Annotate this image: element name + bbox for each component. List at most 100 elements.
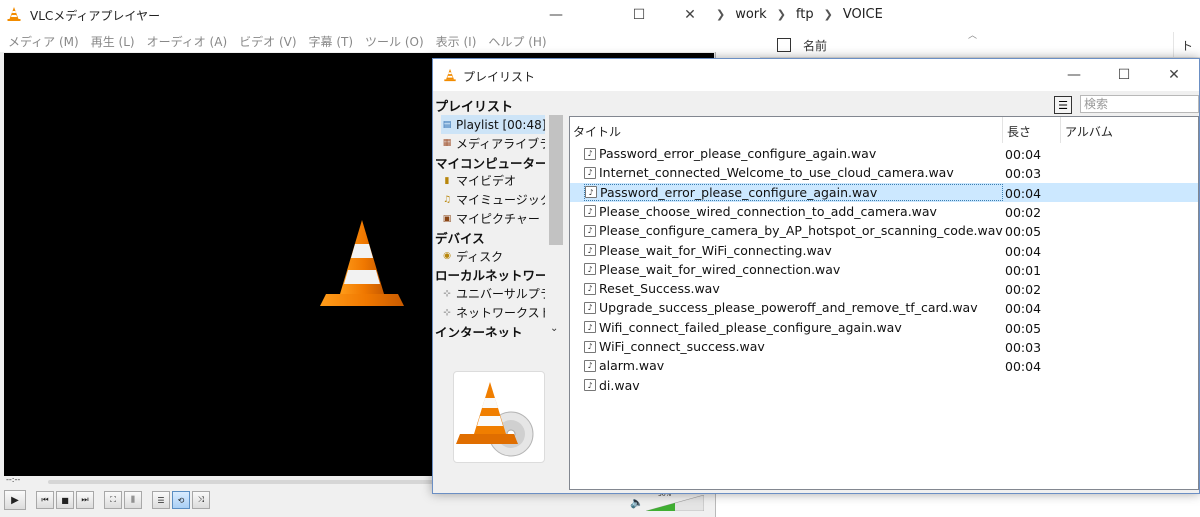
row-title-cell: ♪ Upgrade_success_please_poweroff_and_rem…: [584, 299, 978, 316]
sidebar-item[interactable]: ⊹ ユニバーサルプラ...: [441, 284, 545, 303]
audio-file-icon: ♪: [584, 301, 596, 314]
row-duration: 00:01: [1005, 262, 1042, 278]
sidebar-item[interactable]: ⊹ ネットワークストリー...: [441, 303, 545, 322]
audio-file-icon: ♪: [584, 205, 596, 218]
row-duration: 00:04: [1005, 185, 1042, 201]
column-header-title[interactable]: タイトル: [573, 123, 621, 140]
playlist-minimize-button[interactable]: —: [1051, 59, 1097, 91]
playlist-toggle-button[interactable]: ☰: [152, 491, 170, 509]
column-header-album[interactable]: アルバム: [1065, 123, 1113, 140]
loop-button[interactable]: ⟲: [172, 491, 190, 509]
column-divider[interactable]: [1002, 117, 1003, 143]
table-row[interactable]: ♪ Wifi_connect_failed_please_configure_ag…: [570, 318, 1198, 337]
table-row[interactable]: ♪ Please_configure_camera_by_AP_hotspot_o…: [570, 221, 1198, 240]
row-title: Please_wait_for_wired_connection.wav: [599, 261, 841, 277]
sidebar-item[interactable]: ▦ メディアライブラリ: [441, 134, 545, 153]
sidebar-item-label: マイピクチャー: [456, 212, 540, 226]
row-duration: 00:04: [1005, 359, 1042, 375]
next-button[interactable]: ⏭: [76, 491, 94, 509]
shuffle-button[interactable]: ⤨: [192, 491, 210, 509]
scrollbar-thumb[interactable]: [549, 115, 563, 245]
column-divider[interactable]: [1173, 32, 1174, 58]
close-button[interactable]: ✕: [667, 0, 713, 30]
menu-audio[interactable]: オーディオ (A): [147, 33, 228, 50]
table-row[interactable]: ♪ Please_wait_for_wired_connection.wav 00:…: [570, 260, 1198, 279]
menu-subtitle[interactable]: 字幕 (T): [309, 33, 354, 50]
sidebar-item[interactable]: ▣ マイピクチャー: [441, 209, 545, 228]
menu-view[interactable]: 表示 (I): [436, 33, 477, 50]
playlist-heading: プレイリスト: [435, 100, 514, 115]
table-row[interactable]: ♪ Please_wait_for_WiFi_connecting.wav 00:0…: [570, 241, 1198, 260]
sidebar-section[interactable]: デバイス: [435, 228, 545, 247]
select-all-checkbox[interactable]: [777, 38, 791, 52]
sidebar-item-label: Playlist [00:48]: [456, 117, 545, 132]
sidebar-section[interactable]: マイコンピューター: [435, 153, 545, 172]
table-row[interactable]: ♪ alarm.wav 00:04: [570, 356, 1198, 375]
fullscreen-icon: ⛶: [110, 495, 116, 504]
chevron-down-icon[interactable]: ⌄: [550, 323, 558, 334]
chevron-right-icon: ❯: [776, 7, 786, 21]
fullscreen-button[interactable]: ⛶: [104, 491, 122, 509]
table-row[interactable]: ♪ di.wav: [570, 376, 1198, 395]
row-duration: 00:05: [1005, 224, 1042, 240]
menu-playback[interactable]: 再生 (L): [91, 33, 135, 50]
column-header-duration[interactable]: 長さ: [1007, 123, 1031, 140]
table-row[interactable]: ♪ Upgrade_success_please_poweroff_and_rem…: [570, 298, 1198, 317]
sidebar-item[interactable]: ▤ Playlist [00:48]: [441, 115, 545, 134]
vlc-cone-icon: [320, 220, 404, 306]
column-header-name[interactable]: 名前: [803, 37, 827, 54]
row-title-cell: ♪ alarm.wav: [584, 357, 664, 374]
playlist-window: プレイリスト — ☐ ✕ プレイリスト ☰ ▤ Playlist [00:48] ▦…: [432, 58, 1200, 494]
menu-help[interactable]: ヘルプ (H): [488, 33, 546, 50]
table-row[interactable]: ♪ Reset_Success.wav 00:02: [570, 279, 1198, 298]
row-title: Password_error_please_configure_again.wa…: [600, 184, 878, 200]
table-row[interactable]: ♪ Please_choose_wired_connection_to_add_c…: [570, 202, 1198, 221]
sidebar-item-label: ネットワークストリー...: [456, 306, 545, 320]
audio-file-icon: ♪: [584, 340, 596, 353]
table-row[interactable]: ♪ Password_error_please_configure_again.w…: [570, 182, 1198, 202]
next-icon: ⏭: [81, 495, 89, 504]
menu-video[interactable]: ビデオ (V): [239, 33, 296, 50]
audio-file-icon: ♪: [585, 186, 597, 199]
volume-slider[interactable]: [646, 495, 704, 511]
table-row[interactable]: ♪ WiFi_connect_success.wav 00:03: [570, 337, 1198, 356]
playlist-table: タイトル 長さ アルバム ♪ Password_error_please_conf…: [569, 116, 1199, 490]
maximize-icon: ☐: [632, 7, 646, 23]
row-title-cell: ♪ WiFi_connect_success.wav: [584, 338, 765, 355]
menu-tools[interactable]: ツール (O): [365, 33, 424, 50]
maximize-button[interactable]: ☐: [616, 0, 662, 30]
volume-control[interactable]: 🔈 50%: [630, 491, 710, 512]
sidebar-scrollbar[interactable]: ⌄: [547, 115, 563, 337]
album-art: [453, 371, 545, 463]
menu-media[interactable]: メディア (M): [8, 33, 79, 50]
chevron-right-icon: ❯: [823, 7, 833, 21]
explorer-column-header: ︿ 名前 トラ: [760, 31, 1200, 70]
breadcrumb-ftp[interactable]: ftp: [796, 7, 814, 22]
table-row[interactable]: ♪ Password_error_please_configure_again.w…: [570, 144, 1198, 163]
change-view-button[interactable]: ☰: [1054, 96, 1072, 114]
play-button[interactable]: ▶: [4, 490, 26, 510]
sidebar-item[interactable]: ▮ マイビデオ: [441, 171, 545, 190]
table-row[interactable]: ♪ Internet_connected_Welcome_to_use_cloud…: [570, 163, 1198, 182]
extended-settings-button[interactable]: ⫼: [124, 491, 142, 509]
column-divider[interactable]: [1060, 117, 1061, 143]
previous-button[interactable]: ⏮: [36, 491, 54, 509]
vlc-titlebar[interactable]: VLCメディアプレイヤー — ☐ ✕: [0, 0, 716, 30]
search-input[interactable]: [1080, 95, 1199, 113]
playlist-close-button[interactable]: ✕: [1151, 59, 1197, 91]
sidebar-item[interactable]: ♫ マイミュージック: [441, 190, 545, 209]
playlist-titlebar[interactable]: プレイリスト — ☐ ✕: [433, 59, 1199, 91]
playlist-maximize-button[interactable]: ☐: [1101, 59, 1147, 91]
row-duration: 00:04: [1005, 301, 1042, 317]
sidebar-section[interactable]: インターネット: [435, 322, 545, 337]
breadcrumb-voice[interactable]: VOICE: [843, 7, 883, 22]
breadcrumb-work[interactable]: work: [735, 7, 766, 22]
list-view-icon: ☰: [1058, 98, 1068, 112]
audio-file-icon: ♪: [584, 282, 596, 295]
minimize-button[interactable]: —: [533, 0, 579, 30]
shuffle-icon: ⤨: [197, 495, 205, 504]
seek-track[interactable]: [48, 480, 436, 484]
sidebar-item[interactable]: ◉ ディスク: [441, 247, 545, 266]
sidebar-section[interactable]: ローカルネットワーク: [435, 265, 545, 284]
stop-button[interactable]: ■: [56, 491, 74, 509]
